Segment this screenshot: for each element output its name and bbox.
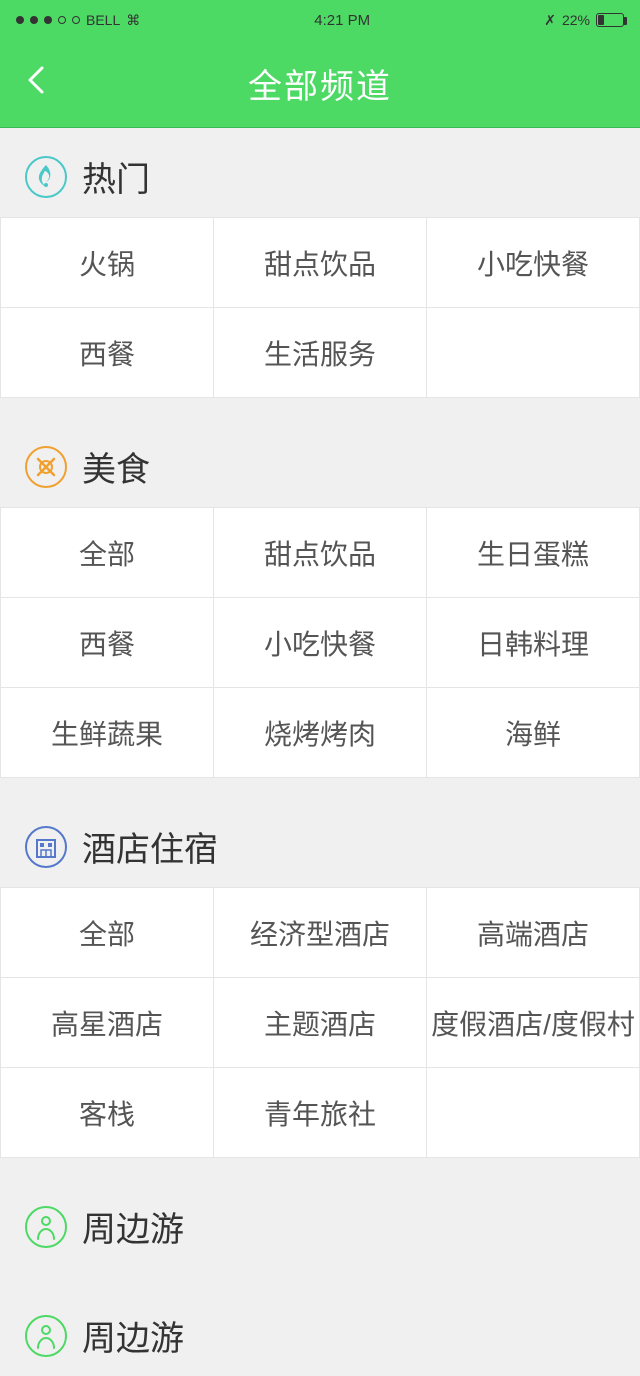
grid-item-青年旅社[interactable]: 青年旅社 — [214, 1068, 427, 1158]
grid-item-海鲜[interactable]: 海鲜 — [427, 688, 640, 778]
nearby-icon — [24, 1205, 68, 1249]
hot-icon — [24, 155, 68, 199]
section-title-hot: 热门 — [82, 152, 150, 201]
grid-item-西餐[interactable]: 西餐 — [1, 598, 214, 688]
grid-item-日韩料理[interactable]: 日韩料理 — [427, 598, 640, 688]
grid-item-主题酒店[interactable]: 主题酒店 — [214, 978, 427, 1068]
grid-item-甜点饮品[interactable]: 甜点饮品 — [214, 218, 427, 308]
grid-item-小吃快餐[interactable]: 小吃快餐 — [427, 218, 640, 308]
section-title-hotel: 酒店住宿 — [82, 822, 218, 871]
grid-item-小吃快餐[interactable]: 小吃快餐 — [214, 598, 427, 688]
status-time: 4:21 PM — [314, 12, 370, 29]
grid-item-empty — [427, 1068, 640, 1158]
grid-item-甜点饮品[interactable]: 甜点饮品 — [214, 508, 427, 598]
section-divider — [0, 1267, 640, 1287]
section-nearby: 周边游 — [0, 1287, 640, 1376]
content: 热门火锅甜点饮品小吃快餐西餐生活服务 美食全部甜点饮品生日蛋糕西餐小吃快餐日韩料… — [0, 128, 640, 1376]
section-divider — [0, 398, 640, 418]
grid-item-西餐[interactable]: 西餐 — [1, 308, 214, 398]
section-food: 美食全部甜点饮品生日蛋糕西餐小吃快餐日韩料理生鲜蔬果烧烤烤肉海鲜 — [0, 418, 640, 778]
grid-item-empty — [427, 308, 640, 398]
grid-item-生活服务[interactable]: 生活服务 — [214, 308, 427, 398]
status-right: ✗ 22% — [544, 12, 624, 29]
grid-item-火锅[interactable]: 火锅 — [1, 218, 214, 308]
battery-icon — [596, 13, 624, 27]
signal-dot-5 — [72, 16, 80, 24]
grid-item-客栈[interactable]: 客栈 — [1, 1068, 214, 1158]
back-button[interactable] — [24, 60, 48, 108]
grid-item-生日蛋糕[interactable]: 生日蛋糕 — [427, 508, 640, 598]
wifi-icon: ⌘ — [126, 12, 140, 29]
section-grid-hot: 火锅甜点饮品小吃快餐西餐生活服务 — [0, 217, 640, 398]
section-header-hotel: 酒店住宿 — [0, 822, 640, 887]
grid-item-度假酒店/度假村[interactable]: 度假酒店/度假村 — [427, 978, 640, 1068]
food-icon — [24, 445, 68, 489]
section-nearby: 周边游 — [0, 1178, 640, 1267]
grid-item-全部[interactable]: 全部 — [1, 508, 214, 598]
section-title-food: 美食 — [82, 442, 150, 491]
hotel-icon — [24, 825, 68, 869]
section-grid-hotel: 全部经济型酒店高端酒店高星酒店主题酒店度假酒店/度假村客栈青年旅社 — [0, 887, 640, 1158]
grid-item-经济型酒店[interactable]: 经济型酒店 — [214, 888, 427, 978]
grid-item-生鲜蔬果[interactable]: 生鲜蔬果 — [1, 688, 214, 778]
section-title-nearby: 周边游 — [82, 1311, 184, 1360]
grid-item-高端酒店[interactable]: 高端酒店 — [427, 888, 640, 978]
section-header-food: 美食 — [0, 442, 640, 507]
page-title: 全部频道 — [248, 59, 392, 108]
section-header-nearby: 周边游 — [0, 1311, 640, 1376]
grid-item-高星酒店[interactable]: 高星酒店 — [1, 978, 214, 1068]
section-hot: 热门火锅甜点饮品小吃快餐西餐生活服务 — [0, 128, 640, 398]
nav-bar: 全部频道 — [0, 40, 640, 128]
status-bar: BELL ⌘ 4:21 PM ✗ 22% — [0, 0, 640, 40]
section-grid-food: 全部甜点饮品生日蛋糕西餐小吃快餐日韩料理生鲜蔬果烧烤烤肉海鲜 — [0, 507, 640, 778]
nearby-icon — [24, 1314, 68, 1358]
section-hotel: 酒店住宿全部经济型酒店高端酒店高星酒店主题酒店度假酒店/度假村客栈青年旅社 — [0, 798, 640, 1158]
battery-label: 22% — [562, 12, 590, 28]
section-divider — [0, 1158, 640, 1178]
grid-item-烧烤烤肉[interactable]: 烧烤烤肉 — [214, 688, 427, 778]
section-divider — [0, 778, 640, 798]
status-left: BELL ⌘ — [16, 12, 140, 29]
bluetooth-icon: ✗ — [544, 12, 556, 29]
section-title-nearby: 周边游 — [82, 1202, 184, 1251]
signal-dot-3 — [44, 16, 52, 24]
carrier-label: BELL — [86, 12, 120, 28]
grid-item-全部[interactable]: 全部 — [1, 888, 214, 978]
section-header-nearby: 周边游 — [0, 1202, 640, 1267]
section-header-hot: 热门 — [0, 152, 640, 217]
signal-dot-1 — [16, 16, 24, 24]
signal-dot-2 — [30, 16, 38, 24]
signal-dot-4 — [58, 16, 66, 24]
